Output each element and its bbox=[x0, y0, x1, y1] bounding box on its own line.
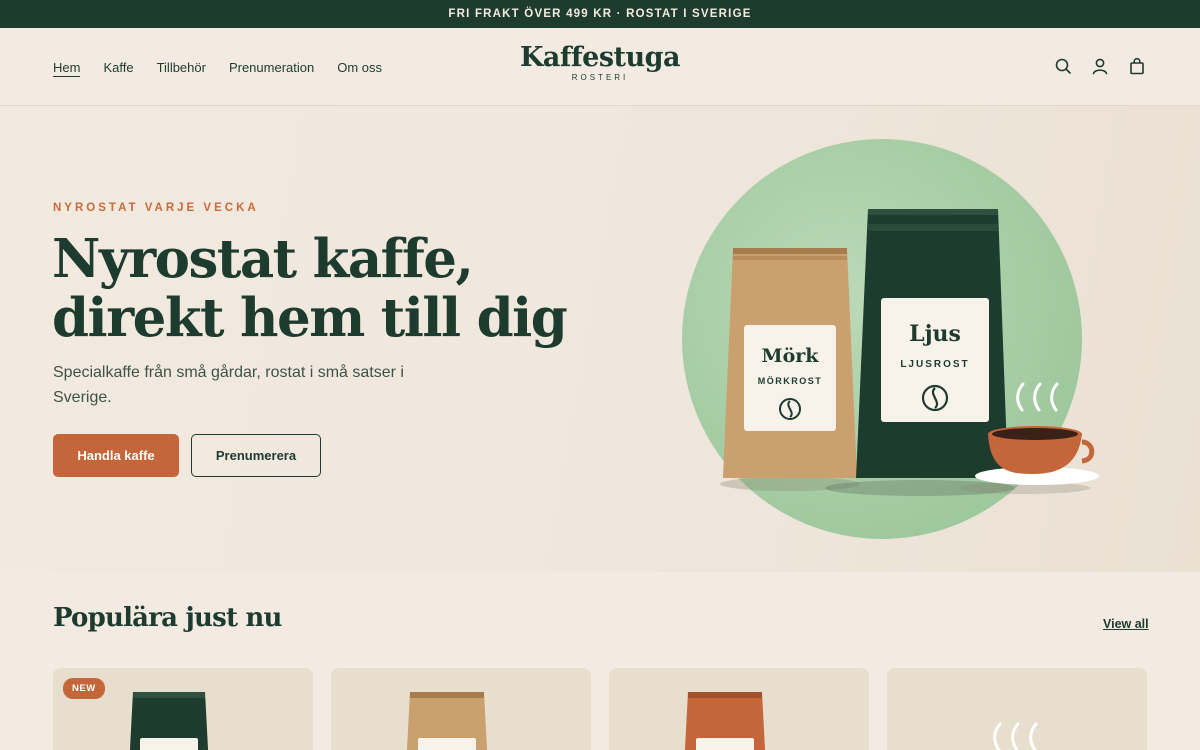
site-header: Hem Kaffe Tillbehör Prenumeration Om oss… bbox=[0, 28, 1200, 106]
announcement-text: FRI FRAKT ÖVER 499 KR · ROSTAT I SVERIGE bbox=[448, 8, 752, 20]
product-card[interactable] bbox=[609, 668, 869, 750]
product-image bbox=[993, 722, 1038, 750]
product-image bbox=[406, 692, 488, 750]
dark-roast-label: Mörk bbox=[762, 345, 820, 367]
dark-roast-sublabel: MÖRKROST bbox=[758, 376, 823, 386]
product-card[interactable] bbox=[887, 668, 1147, 750]
new-badge: NEW bbox=[63, 678, 105, 699]
light-roast-sublabel: LJUSROST bbox=[900, 359, 969, 370]
announcement-bar: FRI FRAKT ÖVER 499 KR · ROSTAT I SVERIGE bbox=[0, 0, 1200, 28]
shop-coffee-button[interactable]: Handla kaffe bbox=[53, 434, 179, 477]
search-icon[interactable] bbox=[1054, 57, 1072, 75]
light-roast-bag: Ljus LJUSROST bbox=[856, 209, 1008, 478]
hero-headline-line-1: Nyrostat kaffe, bbox=[52, 228, 474, 290]
light-roast-label: Ljus bbox=[909, 321, 961, 347]
product-card[interactable]: NEW bbox=[53, 668, 313, 750]
cart-icon[interactable] bbox=[1128, 57, 1146, 75]
subscribe-button[interactable]: Prenumerera bbox=[191, 434, 321, 477]
site-logo[interactable]: Kaffestuga ROSTERI bbox=[0, 44, 1200, 82]
account-icon[interactable] bbox=[1091, 57, 1109, 75]
hero-headline-line-2: direkt hem till dig bbox=[52, 287, 568, 349]
logo-subtitle: ROSTERI bbox=[571, 73, 629, 82]
view-all-link[interactable]: View all bbox=[1103, 617, 1149, 631]
logo-name: Kaffestuga bbox=[519, 42, 681, 73]
hero-illustration: Mörk MÖRKROST Ljus LJUSROST bbox=[682, 139, 1099, 539]
hero-eyebrow: NYROSTAT VARJE VECKA bbox=[53, 202, 259, 214]
steam-icon bbox=[993, 722, 1038, 750]
popular-section-title: Populära just nu bbox=[53, 603, 282, 633]
header-actions bbox=[1054, 57, 1146, 75]
hero-section: NYROSTAT VARJE VECKA Nyrostat kaffe, dir… bbox=[0, 106, 1200, 572]
product-card[interactable] bbox=[331, 668, 591, 750]
product-image bbox=[684, 692, 766, 750]
dark-roast-bag: Mörk MÖRKROST bbox=[723, 248, 857, 478]
hero-lead: Specialkaffe från små gårdar, rostat i s… bbox=[53, 364, 404, 406]
hero-headline: Nyrostat kaffe, direkt hem till dig bbox=[52, 230, 652, 348]
